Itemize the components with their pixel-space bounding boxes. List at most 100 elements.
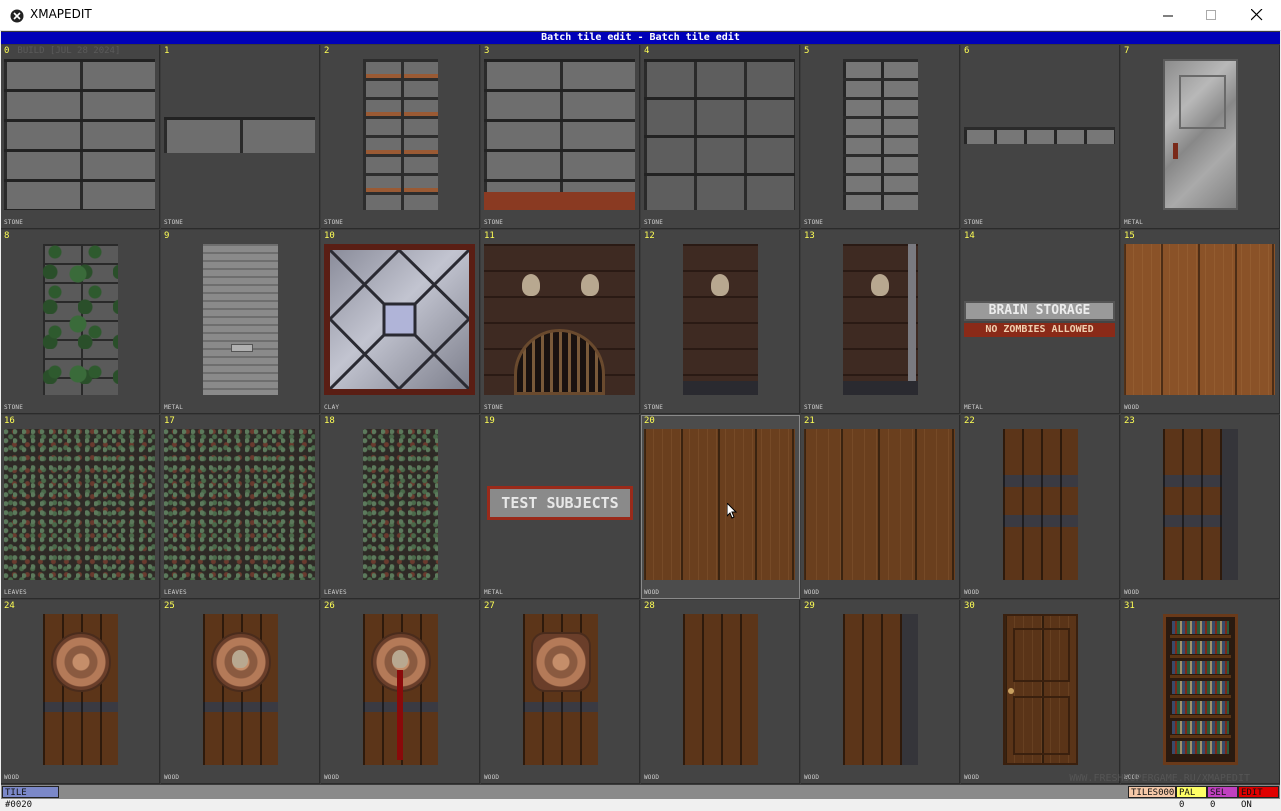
metal-base xyxy=(683,381,758,395)
tile-number: 30 xyxy=(964,601,975,611)
tile-cell[interactable]: 1 STONE xyxy=(161,45,320,229)
tile-cell[interactable]: 18 LEAVES xyxy=(321,415,480,599)
tile-texture xyxy=(1003,614,1078,765)
tile-number: 17 xyxy=(164,416,175,426)
tile-texture xyxy=(1163,429,1238,580)
tile-cell[interactable]: 12 STONE xyxy=(641,230,800,414)
door-window xyxy=(1179,75,1226,129)
window-titlebar[interactable]: XMAPEDIT xyxy=(0,0,1281,31)
surface-label: METAL xyxy=(164,404,184,411)
tile-cell-selected[interactable]: 20 WOOD xyxy=(641,415,800,599)
minimize-button[interactable] xyxy=(1145,0,1191,30)
tile-cell[interactable]: 25 WOOD xyxy=(161,600,320,784)
tile-cell[interactable]: 11 STONE xyxy=(481,230,640,414)
tile-texture xyxy=(843,614,918,765)
tile-cell[interactable]: 27 WOOD xyxy=(481,600,640,784)
tile-cell[interactable]: 4 STONE xyxy=(641,45,800,229)
door-handle xyxy=(231,344,253,352)
surface-label: METAL xyxy=(1124,219,1144,226)
door-panel xyxy=(1013,628,1070,682)
tile-cell[interactable]: 7 METAL xyxy=(1121,45,1280,229)
tile-cell[interactable]: 14 BRAIN STORAGE NO ZOMBIES ALLOWED META… xyxy=(961,230,1120,414)
tile-number: 25 xyxy=(164,601,175,611)
surface-label: STONE xyxy=(804,219,824,226)
tile-texture xyxy=(964,127,1115,144)
tile-cell[interactable]: 10 CLAY xyxy=(321,230,480,414)
tile-cell[interactable]: 26 WOOD xyxy=(321,600,480,784)
tile-number: 24 xyxy=(4,601,15,611)
tile-texture xyxy=(644,429,795,580)
tile-cell[interactable]: 17 LEAVES xyxy=(161,415,320,599)
tile-number: 21 xyxy=(804,416,815,426)
skull-icon xyxy=(581,274,599,296)
bookshelf-books xyxy=(1172,621,1229,634)
rosette-ornament xyxy=(530,632,591,692)
bookshelf-shelf xyxy=(1170,655,1231,658)
tile-texture xyxy=(324,244,475,395)
door-knob-icon xyxy=(1008,688,1014,694)
maximize-icon xyxy=(1205,6,1217,25)
tile-cell[interactable]: 23 WOOD xyxy=(1121,415,1280,599)
tile-texture xyxy=(1124,244,1275,395)
tile-cell[interactable]: 30 WOOD xyxy=(961,600,1120,784)
metal-hinge xyxy=(902,614,918,765)
tile-texture xyxy=(1163,614,1238,765)
tile-cell[interactable]: 21 WOOD xyxy=(801,415,960,599)
status-palette: PAL 0 xyxy=(1176,786,1207,810)
tile-cell[interactable]: 28 WOOD xyxy=(641,600,800,784)
maximize-button[interactable] xyxy=(1188,0,1234,30)
status-selection: SEL 0 xyxy=(1207,786,1238,810)
dialog-header: Batch tile edit - Batch tile edit xyxy=(1,32,1280,44)
tile-texture xyxy=(1163,59,1238,210)
tile-cell[interactable]: 15 WOOD xyxy=(1121,230,1280,414)
tile-texture xyxy=(363,429,438,580)
tile-number: 22 xyxy=(964,416,975,426)
bookshelf-books xyxy=(1172,681,1229,694)
tile-texture xyxy=(43,244,118,395)
bookshelf-books xyxy=(1172,721,1229,734)
tile-grid[interactable]: 0 BUILD [JUL 28 2024] STONE 1 STONE 2 STO… xyxy=(1,45,1280,785)
tile-texture xyxy=(644,59,795,210)
tile-cell[interactable]: 13 STONE xyxy=(801,230,960,414)
tile-cell[interactable]: 19 TEST SUBJECTS METAL xyxy=(481,415,640,599)
rosette-ornament xyxy=(50,632,111,692)
tile-cell[interactable]: 8 STONE xyxy=(1,230,160,414)
close-button[interactable] xyxy=(1234,0,1280,30)
surface-label: STONE xyxy=(644,404,664,411)
tile-cell[interactable]: 3 STONE xyxy=(481,45,640,229)
bookshelf-shelf xyxy=(1170,735,1231,738)
build-date: BUILD [JUL 28 2024] xyxy=(17,46,121,56)
tile-cell[interactable]: 31 WOOD xyxy=(1121,600,1280,784)
surface-label: WOOD xyxy=(964,589,980,596)
surface-label: METAL xyxy=(484,589,504,596)
minimize-icon xyxy=(1162,6,1174,25)
surface-label: LEAVES xyxy=(164,589,187,596)
tile-number: 7 xyxy=(1124,46,1130,56)
bookshelf-books xyxy=(1172,661,1229,674)
bookshelf-books xyxy=(1172,701,1229,714)
tile-cell[interactable]: 24 WOOD xyxy=(1,600,160,784)
tile-cell[interactable]: 2 STONE xyxy=(321,45,480,229)
editor-canvas[interactable]: Batch tile edit - Batch tile edit 0 BUILD… xyxy=(1,31,1280,810)
status-bar: TILE #0020 TILES000 PAL 0 SEL 0 EDIT ON xyxy=(1,785,1280,810)
metal-pipe xyxy=(908,244,916,395)
skull-icon xyxy=(392,650,408,668)
tile-number: 26 xyxy=(324,601,335,611)
tile-number: 13 xyxy=(804,231,815,241)
tile-number: 8 xyxy=(4,231,10,241)
tile-number: 15 xyxy=(1124,231,1135,241)
surface-label: WOOD xyxy=(484,774,500,781)
surface-label: WOOD xyxy=(644,589,660,596)
tile-cell[interactable]: 22 WOOD xyxy=(961,415,1120,599)
tile-texture xyxy=(484,59,635,210)
tile-number: 20 xyxy=(644,416,655,426)
tile-cell[interactable]: 16 LEAVES xyxy=(1,415,160,599)
tile-cell[interactable]: 6 STONE xyxy=(961,45,1120,229)
surface-label: WOOD xyxy=(804,589,820,596)
tile-cell[interactable]: 9 METAL xyxy=(161,230,320,414)
surface-label: STONE xyxy=(164,219,184,226)
tile-cell[interactable]: 29 WOOD xyxy=(801,600,960,784)
app-icon xyxy=(10,8,24,23)
tile-cell[interactable]: 0 BUILD [JUL 28 2024] STONE xyxy=(1,45,160,229)
tile-cell[interactable]: 5 STONE xyxy=(801,45,960,229)
